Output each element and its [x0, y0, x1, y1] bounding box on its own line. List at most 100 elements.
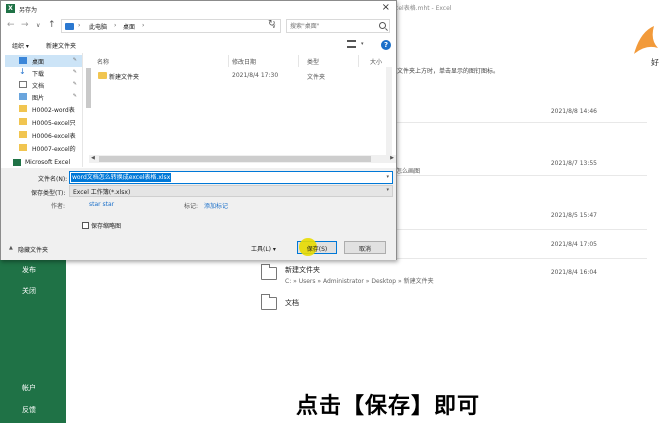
breadcrumb-this-pc[interactable]: 此电脑	[89, 22, 107, 31]
save-thumbnail-checkbox[interactable]	[82, 222, 89, 229]
file-modified: 2021/8/4 17:30	[232, 72, 279, 79]
nav-item-folder[interactable]: H0002-word表	[5, 103, 82, 115]
column-divider[interactable]	[358, 55, 359, 67]
back-arrow-icon[interactable]: ←	[7, 20, 15, 30]
excel-icon: X	[6, 4, 15, 13]
pin-icon[interactable]: ✎	[73, 69, 77, 75]
tags-label: 标记:	[184, 203, 199, 210]
cancel-button[interactable]: 取消	[344, 241, 386, 254]
nav-item-folder[interactable]: H0007-excel的	[5, 142, 82, 154]
column-divider[interactable]	[298, 55, 299, 67]
nav-item-label: 图片	[32, 95, 45, 102]
picture-icon	[19, 93, 27, 100]
save-type-select[interactable]: Excel 工作簿(*.xlsx) ▾	[69, 185, 393, 197]
breadcrumb[interactable]: › 此电脑 › 桌面 › ∨	[61, 19, 281, 33]
save-type-value: Excel 工作簿(*.xlsx)	[73, 189, 131, 196]
view-options-icon[interactable]	[347, 40, 356, 48]
scrollbar-thumb[interactable]	[99, 156, 371, 162]
file-list-scrollbar[interactable]	[386, 67, 392, 163]
download-icon: ↓	[19, 67, 26, 76]
nav-item-pictures[interactable]: 图片 ✎	[5, 91, 82, 103]
menu-account[interactable]: 帐户	[0, 383, 66, 393]
save-form: 文件名(N): word文档怎么转换成excel表格.xlsx ▾ 保存类型(T…	[1, 168, 396, 260]
folder-icon	[19, 105, 27, 112]
breadcrumb-desktop[interactable]: 桌面	[123, 22, 135, 31]
menu-feedback[interactable]: 反馈	[0, 405, 66, 415]
chevron-down-icon[interactable]: ∨	[36, 22, 40, 29]
filename-value[interactable]: word文档怎么转换成excel表格.xlsx	[71, 173, 172, 182]
folder-icon	[19, 131, 27, 138]
folder-path: C: » Users » Administrator » Desktop » 新…	[285, 278, 434, 285]
nav-item-label: 下载	[32, 71, 45, 78]
nav-item-excel[interactable]: Microsoft Excel	[5, 157, 82, 167]
pin-icon[interactable]: ✎	[73, 81, 77, 87]
pin-hint-text: 文件夹上方时，单击显示的图钉图标。	[397, 68, 500, 75]
chevron-right-icon[interactable]: ▶	[390, 155, 394, 161]
save-as-dialog: X 另存为 × ← → ∨ ↑ › 此电脑 › 桌面 › ∨ ↻ 组织 ▾ 新建…	[0, 0, 397, 260]
nav-item-downloads[interactable]: ↓ 下载 ✎	[5, 67, 82, 79]
recent-folder-item[interactable]: 文档	[257, 292, 647, 316]
search-input[interactable]	[290, 22, 376, 31]
dialog-titlebar[interactable]: X 另存为 ×	[1, 1, 396, 16]
desktop-icon	[19, 57, 27, 64]
menu-publish[interactable]: 发布	[0, 265, 66, 275]
nav-item-label: H0006-excel表	[32, 133, 76, 140]
folder-icon	[261, 294, 277, 310]
recent-folder-item[interactable]: 新建文件夹 C: » Users » Administrator » Deskt…	[257, 262, 647, 290]
column-header-type[interactable]: 类型	[307, 57, 319, 66]
tools-button[interactable]: 工具(L) ▾	[251, 244, 276, 253]
chevron-right-icon[interactable]: ›	[114, 22, 116, 29]
nav-item-label: H0005-excel只	[32, 120, 76, 127]
organize-button[interactable]: 组织 ▾	[12, 41, 29, 50]
new-folder-button[interactable]: 新建文件夹	[46, 41, 76, 50]
nav-item-label: H0007-excel的	[32, 146, 76, 153]
chevron-left-icon[interactable]: ◀	[91, 155, 95, 161]
chevron-right-icon[interactable]: ›	[142, 22, 144, 29]
refresh-icon[interactable]: ↻	[268, 19, 276, 29]
file-row[interactable]: 新建文件夹 2021/8/4 17:30 文件夹	[91, 70, 391, 82]
author-label: 作者:	[51, 203, 66, 210]
column-header-size[interactable]: 大小	[370, 57, 382, 66]
chevron-down-icon[interactable]: ▾	[361, 41, 364, 47]
excel-icon	[13, 159, 21, 166]
computer-icon	[65, 23, 74, 30]
folder-date: 2021/8/4 16:04	[550, 269, 597, 276]
search-box[interactable]	[286, 19, 390, 33]
tutorial-caption: 点击【保存】即可	[296, 394, 481, 419]
hide-folders-label: 隐藏文件夹	[18, 247, 49, 254]
cancel-button-label: 取消	[358, 246, 371, 253]
file-name: 新建文件夹	[109, 74, 140, 81]
navigation-pane: 桌面 ✎ ↓ 下载 ✎ 文档 ✎ 图片 ✎ H0002-word表 H0005-…	[1, 53, 83, 167]
pin-icon[interactable]: ✎	[73, 93, 77, 99]
author-value[interactable]: star star	[89, 201, 114, 208]
up-arrow-icon[interactable]: ↑	[48, 20, 56, 30]
nav-item-documents[interactable]: 文档 ✎	[5, 79, 82, 91]
save-button-label: 保存(S)	[306, 246, 328, 253]
pin-icon[interactable]: ✎	[73, 57, 77, 63]
save-thumbnail-label[interactable]: 保存缩略图	[91, 221, 121, 230]
nav-item-folder[interactable]: H0005-excel只	[5, 116, 82, 128]
add-tags-link[interactable]: 添加标记	[204, 201, 228, 210]
horizontal-scrollbar[interactable]: ◀ ▶	[89, 155, 396, 163]
folder-icon	[19, 118, 27, 125]
chevron-down-icon[interactable]: ▾	[386, 187, 389, 193]
column-divider[interactable]	[228, 55, 229, 67]
chevron-right-icon[interactable]: ›	[78, 22, 80, 29]
forward-arrow-icon[interactable]: →	[21, 20, 29, 30]
close-icon[interactable]: ×	[382, 2, 390, 13]
column-header-name[interactable]: 名称	[97, 57, 109, 66]
menu-close[interactable]: 关闭	[0, 286, 66, 296]
recent-item-date: 2021/8/8 14:46	[550, 108, 597, 115]
excel-window-title: excel表格.mht - Excel	[388, 5, 452, 12]
file-type: 文件夹	[307, 74, 326, 81]
filename-label: 文件名(N):	[38, 176, 68, 183]
folder-icon	[261, 264, 277, 280]
filename-field[interactable]: word文档怎么转换成excel表格.xlsx ▾	[69, 171, 393, 184]
chevron-down-icon[interactable]: ▾	[386, 174, 389, 180]
nav-item-folder[interactable]: H0006-excel表	[5, 129, 82, 141]
save-button[interactable]: 保存(S)	[297, 238, 337, 256]
column-header-modified[interactable]: 修改日期	[232, 57, 256, 66]
help-icon[interactable]: ?	[381, 40, 391, 50]
nav-item-desktop[interactable]: 桌面 ✎	[5, 55, 82, 67]
avatar	[634, 26, 658, 54]
